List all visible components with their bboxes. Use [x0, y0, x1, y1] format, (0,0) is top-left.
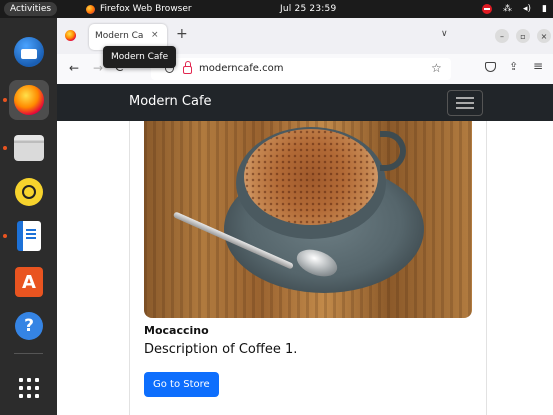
dock-files[interactable]	[9, 128, 49, 168]
forward-button[interactable]: →	[93, 61, 103, 75]
dock-software[interactable]: A	[9, 262, 49, 302]
dock-thunderbird[interactable]	[9, 32, 49, 72]
power-icon[interactable]: ▮	[542, 4, 547, 14]
coffee-crema	[244, 129, 378, 225]
url-text[interactable]: moderncafe.com	[199, 63, 283, 74]
app-grid-icon	[19, 378, 39, 398]
dock-writer[interactable]	[9, 216, 49, 256]
dock-rhythmbox[interactable]	[9, 172, 49, 212]
close-window-button[interactable]: ×	[537, 29, 551, 43]
volume-icon[interactable]: ◂)	[523, 4, 531, 14]
url-bar[interactable]: moderncafe.com ☆	[151, 58, 451, 80]
help-icon: ?	[15, 312, 43, 340]
pocket-icon[interactable]	[485, 62, 496, 72]
tab-title: Modern Ca	[95, 31, 144, 41]
dock-firefox[interactable]	[9, 80, 49, 120]
maximize-button[interactable]: ▫	[516, 29, 530, 43]
new-tab-button[interactable]: +	[176, 26, 188, 42]
card-title: Mocaccino	[144, 324, 209, 337]
firefox-icon	[14, 85, 44, 115]
ubuntu-dock: A ?	[0, 18, 57, 415]
app-name: Firefox Web Browser	[100, 4, 192, 14]
writer-icon	[17, 221, 41, 251]
extensions-icon[interactable]: ⇪	[509, 60, 518, 73]
site-navbar: Modern Cafe	[57, 84, 553, 121]
back-button[interactable]: ←	[69, 61, 79, 75]
firefox-view-icon[interactable]	[65, 30, 76, 41]
files-icon	[14, 135, 44, 161]
software-store-icon: A	[15, 267, 43, 297]
activities-button[interactable]: Activities	[4, 2, 58, 16]
web-page: Modern Cafe Mocaccino Description of Cof…	[57, 84, 553, 415]
go-to-store-button[interactable]: Go to Store	[144, 372, 219, 397]
dock-help[interactable]: ?	[9, 306, 49, 346]
system-top-bar: Activities Firefox Web Browser Jul 25 23…	[0, 0, 553, 18]
bookmark-star-icon[interactable]: ☆	[431, 61, 442, 75]
tab-close-icon[interactable]: ×	[151, 30, 159, 40]
site-brand[interactable]: Modern Cafe	[129, 94, 212, 109]
show-applications-button[interactable]	[9, 368, 49, 408]
app-menu[interactable]: Firefox Web Browser	[86, 0, 192, 18]
coffee-image	[144, 121, 472, 318]
list-all-tabs-icon[interactable]: ∨	[441, 29, 448, 39]
running-indicator	[3, 98, 7, 102]
card-description: Description of Coffee 1.	[144, 342, 298, 357]
tab-tooltip: Modern Cafe	[103, 46, 177, 68]
minimize-button[interactable]: –	[495, 29, 509, 43]
running-indicator	[3, 234, 7, 238]
system-tray[interactable]: ⁂ ◂) ▮	[482, 0, 547, 18]
running-indicator	[3, 146, 7, 150]
clock[interactable]: Jul 25 23:59	[280, 0, 336, 18]
firefox-small-icon	[86, 4, 95, 14]
insecure-lock-icon[interactable]	[183, 61, 192, 74]
hamburger-menu-icon[interactable]: ≡	[533, 59, 543, 73]
product-card: Mocaccino Description of Coffee 1. Go to…	[129, 121, 487, 415]
network-icon[interactable]: ⁂	[503, 4, 512, 14]
thunderbird-icon	[14, 37, 44, 67]
navbar-toggler-button[interactable]	[447, 90, 483, 116]
rhythmbox-icon	[15, 178, 43, 206]
do-not-disturb-icon[interactable]	[482, 4, 493, 14]
dock-separator	[14, 353, 43, 354]
